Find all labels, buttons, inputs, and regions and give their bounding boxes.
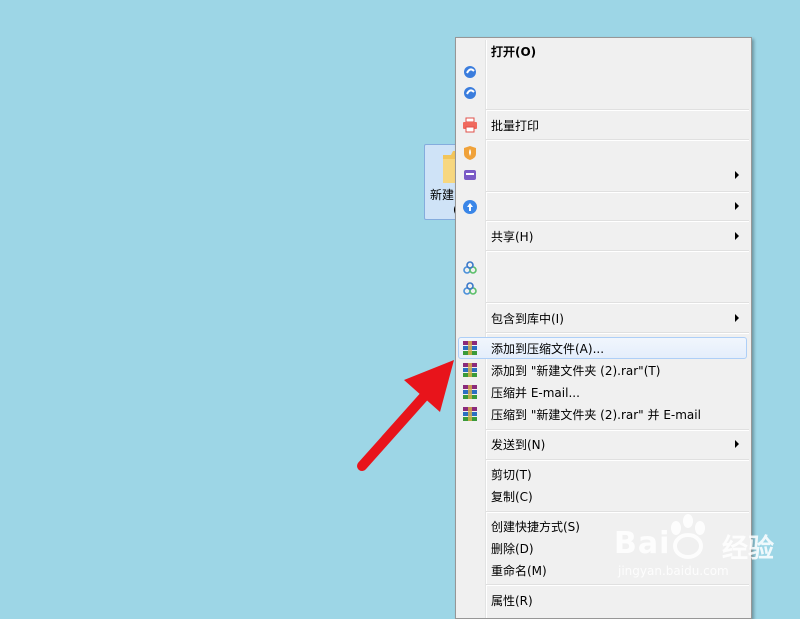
watermark-brand-suffix: 经验 bbox=[722, 534, 775, 564]
red-arrow-annotation bbox=[357, 360, 454, 471]
watermark-url: jingyan.baidu.com bbox=[618, 564, 729, 578]
baidu-watermark: Bai 经验 jingyan.baidu.com bbox=[614, 512, 774, 582]
watermark-brand: Bai bbox=[614, 526, 671, 561]
